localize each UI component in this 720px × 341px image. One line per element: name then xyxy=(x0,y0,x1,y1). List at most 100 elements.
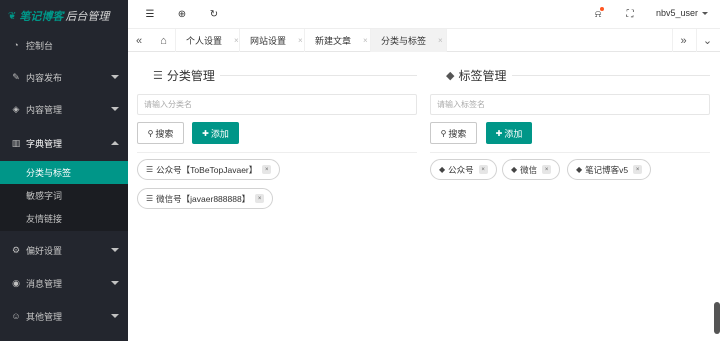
user-menu[interactable]: nbv5_user xyxy=(656,8,708,18)
sidebar-item-content[interactable]: ◈ 内容管理 xyxy=(0,93,128,125)
sidebar-item-label: 控制台 xyxy=(26,40,54,51)
tag-remove-icon[interactable]: × xyxy=(542,165,552,174)
close-icon[interactable]: × xyxy=(234,36,239,45)
sidebar-subitem-category-tags[interactable]: 分类与标签 xyxy=(0,161,128,184)
home-icon[interactable]: ⌂ xyxy=(152,29,176,52)
tag-title-text: 标签管理 xyxy=(458,69,507,83)
layers-icon: ◈ xyxy=(12,103,20,114)
button-label: 搜索 xyxy=(155,128,174,139)
tag-icon: ◆ xyxy=(576,165,583,174)
gear-icon: ⚙ xyxy=(11,244,21,255)
close-icon[interactable]: × xyxy=(363,36,368,45)
sidebar-subitem-sensitive-words[interactable]: 敏感字词 xyxy=(0,184,128,207)
tag-search-button[interactable]: ⚲ 搜索 xyxy=(430,122,477,144)
category-panel-title: ☰ 分类管理 xyxy=(153,67,215,84)
user-icon: ☺ xyxy=(11,311,21,321)
sidebar-item-label: 内容发布 xyxy=(26,72,63,83)
refresh-icon[interactable]: ↻ xyxy=(208,8,220,20)
sidebar-subitem-friend-links[interactable]: 友情链接 xyxy=(0,207,128,230)
tab-label: 新建文章 xyxy=(315,36,352,46)
leaf-icon: ❦ xyxy=(8,10,17,22)
app-logo[interactable]: ❦ 笔记博客 后台管理 xyxy=(0,0,128,32)
title-divider xyxy=(512,75,710,76)
collapse-menu-icon[interactable]: ☰ xyxy=(144,8,156,20)
category-tag[interactable]: ☰ 微信号【javaer888888】 × xyxy=(137,188,274,209)
sidebar-item-preferences[interactable]: ⚙ 偏好设置 xyxy=(0,234,128,266)
chevron-down-icon xyxy=(111,281,119,285)
tag-label: 公众号 xyxy=(448,164,474,175)
search-icon: ⚲ xyxy=(147,128,154,138)
sidebar-item-label: 字典管理 xyxy=(26,138,63,149)
username: nbv5_user xyxy=(655,8,698,18)
chevron-down-icon xyxy=(111,107,119,111)
tab-bar: « ⌂ 个人设置 × 网站设置 × 新建文章 × 分类与标签 × » ⌄ xyxy=(128,29,720,52)
tag-add-button[interactable]: ✚ 添加 xyxy=(486,122,532,144)
top-header: ☰ ⊕ ↻ ⍾ ⛶ nbv5_user xyxy=(128,0,720,29)
bell-icon[interactable]: ⍾ xyxy=(592,7,604,20)
tab-label: 分类与标签 xyxy=(381,36,427,46)
tab-label: 网站设置 xyxy=(250,36,287,46)
eye-icon: ◉ xyxy=(12,277,20,288)
tag-icon: ◆ xyxy=(446,70,455,82)
tab-new-article[interactable]: 新建文章 × xyxy=(305,29,371,52)
edit-icon: ✎ xyxy=(12,71,20,82)
label-tag[interactable]: ◆ 微信 × xyxy=(502,159,561,180)
tag-icon: ◆ xyxy=(439,165,446,174)
brand-name: 笔记博客 xyxy=(19,11,64,23)
sidebar-item-label: 其他管理 xyxy=(26,311,63,322)
tag-label: 微信号【javaer888888】 xyxy=(156,193,251,204)
sidebar-item-dashboard[interactable]: ◔ 控制台 xyxy=(0,29,128,61)
tag-label: 微信 xyxy=(520,164,538,175)
section-divider xyxy=(430,152,710,153)
tab-site-settings[interactable]: 网站设置 × xyxy=(240,29,305,52)
dictionary-submenu: 分类与标签 敏感字词 友情链接 xyxy=(0,161,128,231)
tag-label: 公众号【ToBeTopJavaer】 xyxy=(156,164,258,175)
tabs-scroll-right-icon[interactable]: » xyxy=(672,29,694,52)
chevron-down-icon xyxy=(111,314,119,318)
tab-category-tags[interactable]: 分类与标签 × xyxy=(371,29,447,52)
notification-dot xyxy=(600,7,604,11)
category-tag[interactable]: ☰ 公众号【ToBeTopJavaer】 × xyxy=(137,159,281,180)
book-icon: ▥ xyxy=(11,137,21,148)
category-add-button[interactable]: ✚ 添加 xyxy=(192,122,239,144)
close-icon[interactable]: × xyxy=(438,36,443,45)
tab-personal-settings[interactable]: 个人设置 × xyxy=(176,29,240,52)
tabs-scroll-left-icon[interactable]: « xyxy=(128,29,150,52)
chevron-down-icon xyxy=(111,75,119,79)
label-tag[interactable]: ◆ 公众号 × xyxy=(430,159,497,180)
chevron-down-icon xyxy=(111,248,119,252)
button-label: 添加 xyxy=(504,128,523,139)
dashboard-icon: ◔ xyxy=(13,40,19,50)
sidebar-item-publish[interactable]: ✎ 内容发布 xyxy=(0,61,128,93)
sidebar-item-messages[interactable]: ◉ 消息管理 xyxy=(0,267,128,299)
sidebar-item-other[interactable]: ☺ 其他管理 xyxy=(0,300,128,332)
chevron-down-icon xyxy=(702,11,708,15)
category-search-button[interactable]: ⚲ 搜索 xyxy=(137,122,184,144)
category-title-text: 分类管理 xyxy=(166,69,215,83)
tag-name-input[interactable] xyxy=(430,94,710,115)
tag-remove-icon[interactable]: × xyxy=(262,165,272,174)
list-icon: ☰ xyxy=(153,70,163,82)
tag-remove-icon[interactable]: × xyxy=(633,165,643,174)
tab-label: 个人设置 xyxy=(186,36,223,46)
fullscreen-icon[interactable]: ⛶ xyxy=(624,8,636,20)
plus-icon: ✚ xyxy=(495,128,503,138)
page-scrollbar[interactable] xyxy=(714,302,720,334)
globe-icon[interactable]: ⊕ xyxy=(176,8,188,20)
sidebar-item-dictionary[interactable]: ▥ 字典管理 xyxy=(0,127,128,159)
section-divider xyxy=(137,152,417,153)
category-name-input[interactable] xyxy=(137,94,417,115)
label-tag[interactable]: ◆ 笔记博客v5 × xyxy=(567,159,652,180)
close-icon[interactable]: × xyxy=(298,36,303,45)
button-label: 添加 xyxy=(210,128,229,139)
tag-remove-icon[interactable]: × xyxy=(478,165,488,174)
sidebar-item-label: 内容管理 xyxy=(26,104,63,115)
search-icon: ⚲ xyxy=(440,128,447,138)
brand-suffix: 后台管理 xyxy=(65,11,110,23)
tag-panel-title: ◆ 标签管理 xyxy=(446,67,506,84)
tag-remove-icon[interactable]: × xyxy=(255,194,265,203)
tabs-menu-chevron-icon[interactable]: ⌄ xyxy=(696,29,718,52)
list-icon: ☰ xyxy=(146,165,154,174)
chevron-up-icon xyxy=(111,141,119,145)
button-label: 搜索 xyxy=(448,128,467,139)
